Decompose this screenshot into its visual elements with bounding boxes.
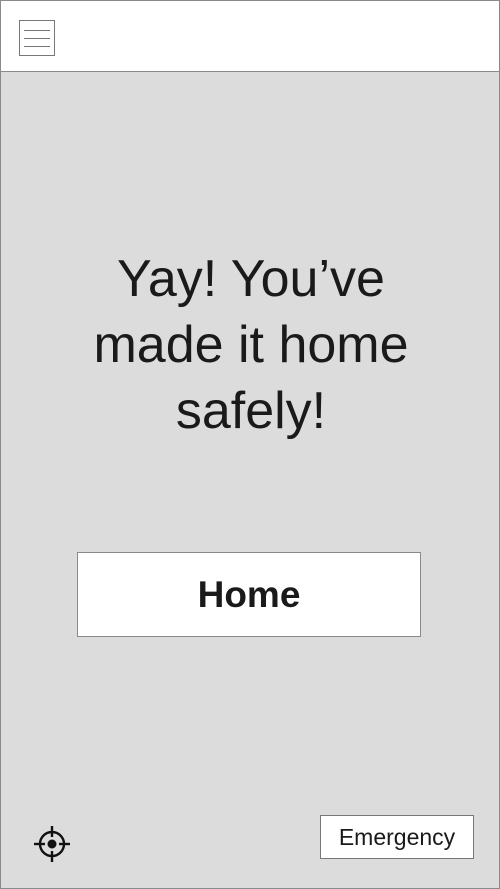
success-message: Yay! You’ve made it home safely!: [93, 250, 409, 440]
main-content: Yay! You’ve made it home safely! Home Em…: [1, 72, 499, 888]
locate-button[interactable]: [32, 824, 72, 864]
app-frame: Yay! You’ve made it home safely! Home Em…: [0, 0, 500, 889]
emergency-button[interactable]: Emergency: [320, 815, 474, 859]
crosshair-icon: [34, 826, 70, 862]
menu-button[interactable]: [19, 20, 55, 56]
home-button[interactable]: Home: [77, 552, 421, 637]
top-bar: [1, 1, 499, 72]
